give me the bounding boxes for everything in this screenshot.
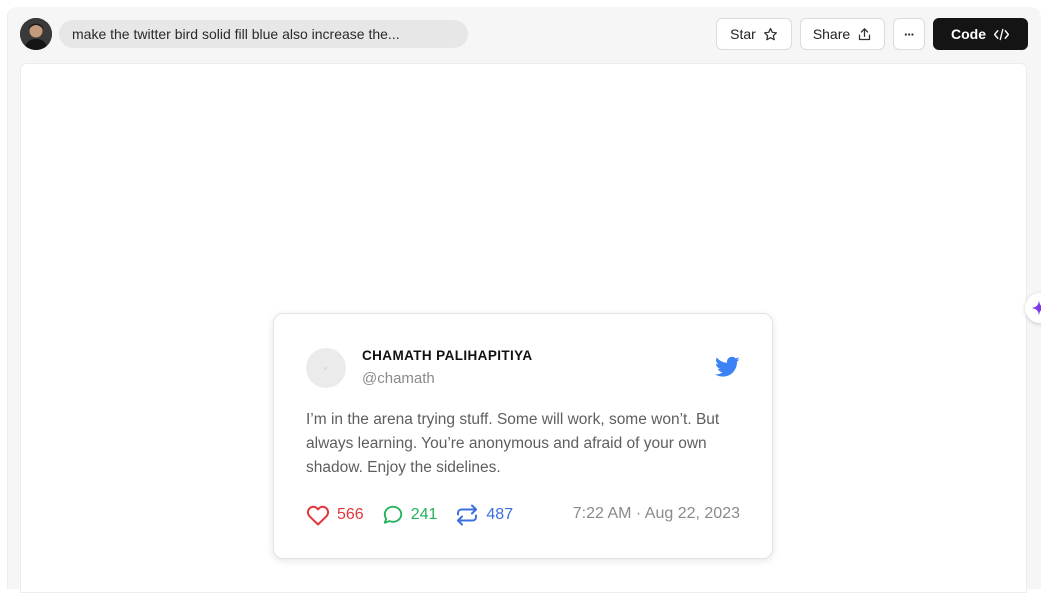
star-button[interactable]: Star [716, 18, 792, 50]
retweet-count: 487 [486, 506, 514, 523]
tweet-author-handle: @chamath [362, 370, 435, 387]
share-button[interactable]: Share [800, 18, 885, 50]
user-avatar[interactable] [20, 18, 52, 50]
tweet-avatar [306, 348, 346, 388]
more-icon: ··· [904, 26, 915, 42]
like-stat[interactable]: 566 [306, 504, 364, 526]
star-icon [763, 27, 777, 40]
code-button[interactable]: Code [933, 18, 1028, 50]
reply-count: 241 [410, 506, 438, 523]
tweet-author-name: CHAMATH PALIHAPITIYA [362, 348, 533, 363]
retweet-icon [457, 504, 478, 526]
code-icon [993, 28, 1010, 40]
tweet-stats: 566 241 487 [306, 503, 531, 527]
share-label: Share [812, 26, 851, 42]
top-bar: make the twitter bird solid fill blue al… [8, 7, 1041, 63]
like-count: 566 [337, 506, 364, 523]
prompt-bubble[interactable]: make the twitter bird solid fill blue al… [59, 20, 468, 48]
sparkle-icon [1031, 300, 1041, 316]
star-label: Star [730, 26, 756, 42]
twitter-bird-icon [715, 356, 740, 377]
user-avatar-image [20, 18, 52, 50]
tweet-timestamp: 7:22 AM · Aug 22, 2023 [572, 505, 740, 522]
comment-icon [383, 505, 402, 524]
reply-stat[interactable]: 241 [382, 504, 438, 526]
share-icon [859, 27, 871, 40]
more-options-button[interactable]: ··· [893, 18, 925, 50]
prompt-text: make the twitter bird solid fill blue al… [72, 26, 400, 42]
code-label: Code [951, 26, 986, 42]
tweet-card: CHAMATH PALIHAPITIYA @chamath I’m in the… [273, 313, 773, 559]
tweet-text: I’m in the arena trying stuff. Some will… [306, 411, 720, 476]
retweet-stat[interactable]: 487 [455, 504, 513, 526]
heart-icon [306, 505, 330, 526]
